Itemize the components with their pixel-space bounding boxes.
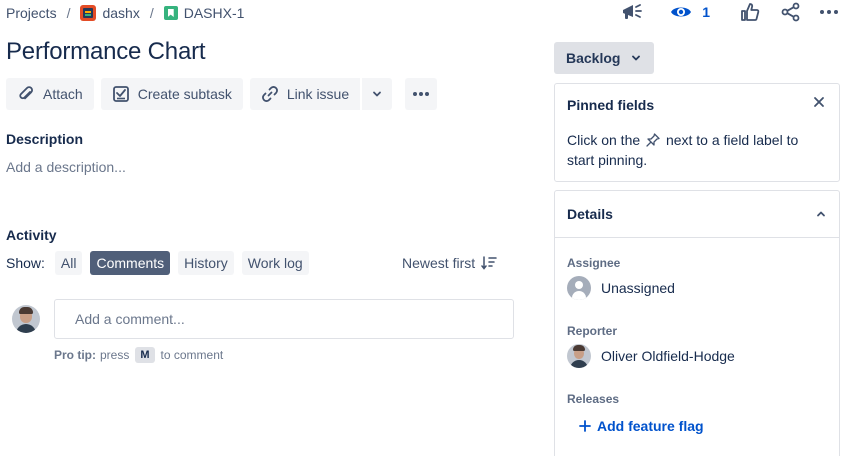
- watch-count: 1: [702, 4, 710, 20]
- watch-button[interactable]: 1: [670, 0, 710, 24]
- link-issue-dropdown[interactable]: [362, 78, 393, 110]
- filter-comments[interactable]: Comments: [90, 251, 171, 275]
- details-panel: Details Assignee Unassigned Reporter Oli…: [554, 190, 840, 456]
- megaphone-icon: [623, 4, 643, 19]
- paperclip-icon: [19, 86, 33, 100]
- sort-button[interactable]: Newest first: [402, 251, 497, 275]
- add-feature-flag-button[interactable]: Add feature flag: [579, 418, 704, 434]
- filter-work-log[interactable]: Work log: [241, 251, 309, 275]
- status-label: Backlog: [566, 50, 621, 66]
- share-button[interactable]: [779, 0, 803, 24]
- pro-tip: Pro tip: press M to comment: [54, 347, 223, 363]
- breadcrumb-issue[interactable]: DASHX-1: [163, 5, 245, 21]
- pin-icon: [646, 133, 660, 147]
- pro-tip-rest: to comment: [160, 348, 224, 362]
- more-actions-button[interactable]: [817, 0, 841, 24]
- pinned-fields-panel: Pinned fields Click on the next to a fie…: [554, 83, 840, 182]
- story-icon: [163, 6, 178, 20]
- link-icon: [261, 86, 278, 102]
- close-icon: [814, 97, 824, 107]
- thumbs-up-icon: [741, 3, 760, 21]
- filter-all[interactable]: All: [54, 251, 83, 275]
- pro-tip-label: Pro tip:: [54, 348, 96, 362]
- link-issue-group: Link issue: [249, 78, 393, 110]
- chevron-down-icon: [632, 55, 641, 61]
- releases-label: Releases: [567, 392, 620, 406]
- reporter-avatar: [567, 344, 591, 368]
- eye-icon: [671, 7, 692, 17]
- show-label: Show:: [6, 255, 45, 271]
- breadcrumb-project[interactable]: dashx: [80, 5, 140, 21]
- sort-descending-icon: [481, 256, 497, 270]
- breadcrumb-separator: /: [66, 5, 71, 21]
- pinned-hint-start: Click on the: [567, 132, 641, 148]
- breadcrumb: Projects / dashx / DASHX-1: [6, 3, 244, 23]
- link-issue-label: Link issue: [286, 86, 350, 102]
- breadcrumb-issue-key: DASHX-1: [183, 5, 245, 21]
- share-icon: [781, 2, 800, 22]
- more-icon: [820, 10, 838, 14]
- pinned-fields-hint: Click on the next to a field label to st…: [567, 130, 827, 170]
- link-issue-button[interactable]: Link issue: [249, 78, 361, 110]
- comment-input[interactable]: Add a comment...: [54, 299, 514, 339]
- unassigned-avatar-icon: [567, 276, 591, 300]
- project-avatar-icon: [80, 5, 97, 21]
- activity-heading: Activity: [6, 227, 57, 243]
- assignee-value: Unassigned: [601, 280, 675, 296]
- issue-toolbar: Attach Create subtask Link issue: [6, 78, 438, 110]
- vote-button[interactable]: [738, 0, 762, 24]
- details-title: Details: [567, 206, 613, 222]
- pro-tip-press: press: [100, 348, 130, 362]
- activity-filter-bar: Show: All Comments History Work log Newe…: [6, 251, 506, 275]
- add-feature-flag-label: Add feature flag: [597, 418, 704, 434]
- chevron-up-icon: [817, 211, 825, 217]
- create-subtask-label: Create subtask: [137, 86, 232, 102]
- toolbar-more-button[interactable]: [405, 78, 438, 110]
- keyboard-shortcut-key: M: [135, 347, 155, 363]
- description-field[interactable]: Add a description...: [6, 159, 126, 175]
- reporter-value: Oliver Oldfield-Hodge: [601, 348, 735, 364]
- status-dropdown[interactable]: Backlog: [554, 42, 655, 74]
- current-user-avatar: [12, 305, 40, 333]
- breadcrumb-project-label: dashx: [102, 5, 140, 21]
- plus-icon: [579, 420, 591, 432]
- attach-button[interactable]: Attach: [6, 78, 94, 110]
- sort-label: Newest first: [402, 255, 476, 271]
- filter-history[interactable]: History: [178, 251, 234, 275]
- pinned-fields-title: Pinned fields: [567, 97, 655, 113]
- assignee-field[interactable]: Unassigned: [567, 276, 675, 300]
- issue-actions-bar: 1: [620, 0, 851, 24]
- create-subtask-button[interactable]: Create subtask: [100, 78, 243, 110]
- close-button[interactable]: [811, 94, 827, 110]
- more-icon: [413, 92, 430, 96]
- chevron-down-icon: [373, 91, 382, 97]
- description-heading: Description: [6, 131, 84, 147]
- breadcrumb-separator: /: [149, 5, 154, 21]
- details-header[interactable]: Details: [555, 191, 839, 238]
- attach-label: Attach: [43, 86, 83, 102]
- reporter-field[interactable]: Oliver Oldfield-Hodge: [567, 344, 735, 368]
- feedback-button[interactable]: [620, 0, 644, 24]
- issue-title[interactable]: Performance Chart: [6, 38, 206, 66]
- subtask-icon: [112, 86, 129, 102]
- breadcrumb-projects[interactable]: Projects: [6, 5, 57, 21]
- assignee-label: Assignee: [567, 256, 621, 270]
- reporter-label: Reporter: [567, 324, 618, 338]
